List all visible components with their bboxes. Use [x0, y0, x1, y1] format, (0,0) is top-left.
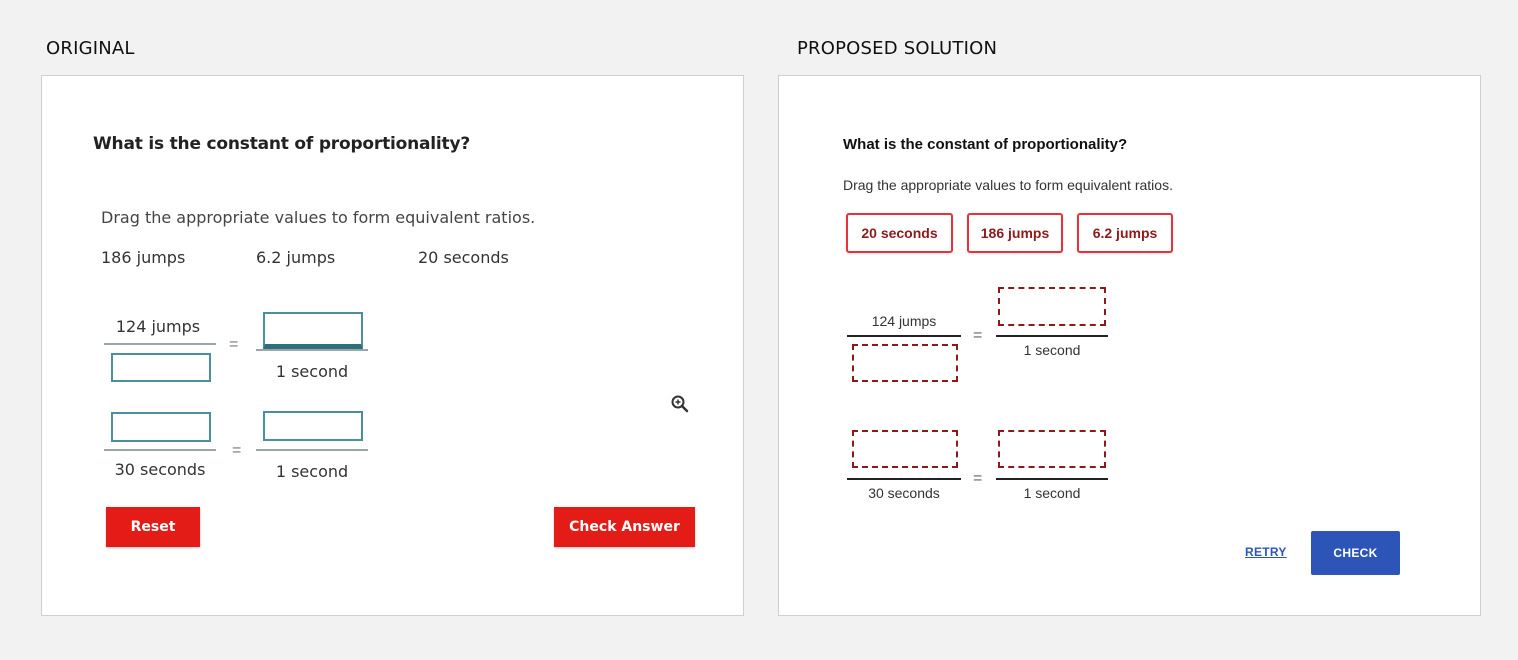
ratio2-left-numerator-dropzone[interactable]	[852, 430, 958, 468]
zoom-in-icon[interactable]	[670, 394, 690, 414]
instruction-text: Drag the appropriate values to form equi…	[101, 208, 536, 227]
fraction-bar	[104, 343, 216, 345]
original-label: ORIGINAL	[46, 38, 135, 59]
chip-186-jumps[interactable]: 186 jumps	[967, 213, 1063, 253]
ratio2-right-numerator-dropzone[interactable]	[998, 430, 1106, 468]
chip-20-seconds[interactable]: 20 seconds	[846, 213, 953, 253]
chip-6-2-jumps[interactable]: 6.2 jumps	[1077, 213, 1173, 253]
retry-button[interactable]: RETRY	[1245, 545, 1287, 559]
instruction-text: Drag the appropriate values to form equi…	[843, 177, 1173, 193]
ratio2-left-denominator: 30 seconds	[868, 485, 940, 501]
proposed-panel: What is the constant of proportionality?…	[778, 75, 1481, 616]
equals-sign: =	[973, 470, 983, 487]
original-panel: What is the constant of proportionality?…	[41, 75, 744, 616]
fraction-bar	[847, 335, 961, 337]
fraction-bar	[104, 449, 216, 451]
ratio1-numerator: 124 jumps	[115, 317, 201, 336]
reset-button[interactable]: Reset	[106, 507, 200, 547]
equals-sign: =	[232, 442, 242, 459]
ratio1-right-numerator-dropzone[interactable]	[998, 287, 1106, 326]
question-title: What is the constant of proportionality?	[93, 134, 471, 154]
fraction-bar	[256, 349, 368, 351]
ratio1-left-denominator-dropzone[interactable]	[111, 353, 211, 382]
ratio2-left-numerator-dropzone[interactable]	[111, 412, 211, 442]
fraction-bar	[256, 449, 368, 451]
value-186-jumps[interactable]: 186 jumps	[101, 248, 185, 267]
fraction-bar	[996, 478, 1108, 480]
check-button[interactable]: CHECK	[1311, 531, 1400, 575]
ratio2-right-denominator: 1 second	[275, 462, 349, 481]
ratio1-right-denominator: 1 second	[275, 362, 349, 381]
ratio1-left-denominator-dropzone[interactable]	[852, 344, 958, 382]
fraction-bar	[996, 335, 1108, 337]
ratio1-right-numerator-dropzone[interactable]	[263, 312, 363, 350]
value-6-2-jumps[interactable]: 6.2 jumps	[256, 248, 335, 267]
equals-sign: =	[229, 336, 239, 353]
value-20-seconds[interactable]: 20 seconds	[418, 248, 509, 267]
ratio1-right-denominator: 1 second	[1023, 342, 1081, 358]
proposed-solution-label: PROPOSED SOLUTION	[797, 38, 998, 59]
ratio2-right-numerator-dropzone[interactable]	[263, 411, 363, 441]
fraction-bar	[847, 478, 961, 480]
ratio2-left-denominator: 30 seconds	[114, 460, 206, 479]
question-title: What is the constant of proportionality?	[843, 136, 1128, 153]
check-answer-button[interactable]: Check Answer	[554, 507, 695, 547]
equals-sign: =	[973, 327, 983, 344]
ratio1-numerator: 124 jumps	[871, 313, 937, 329]
ratio2-right-denominator: 1 second	[1023, 485, 1081, 501]
